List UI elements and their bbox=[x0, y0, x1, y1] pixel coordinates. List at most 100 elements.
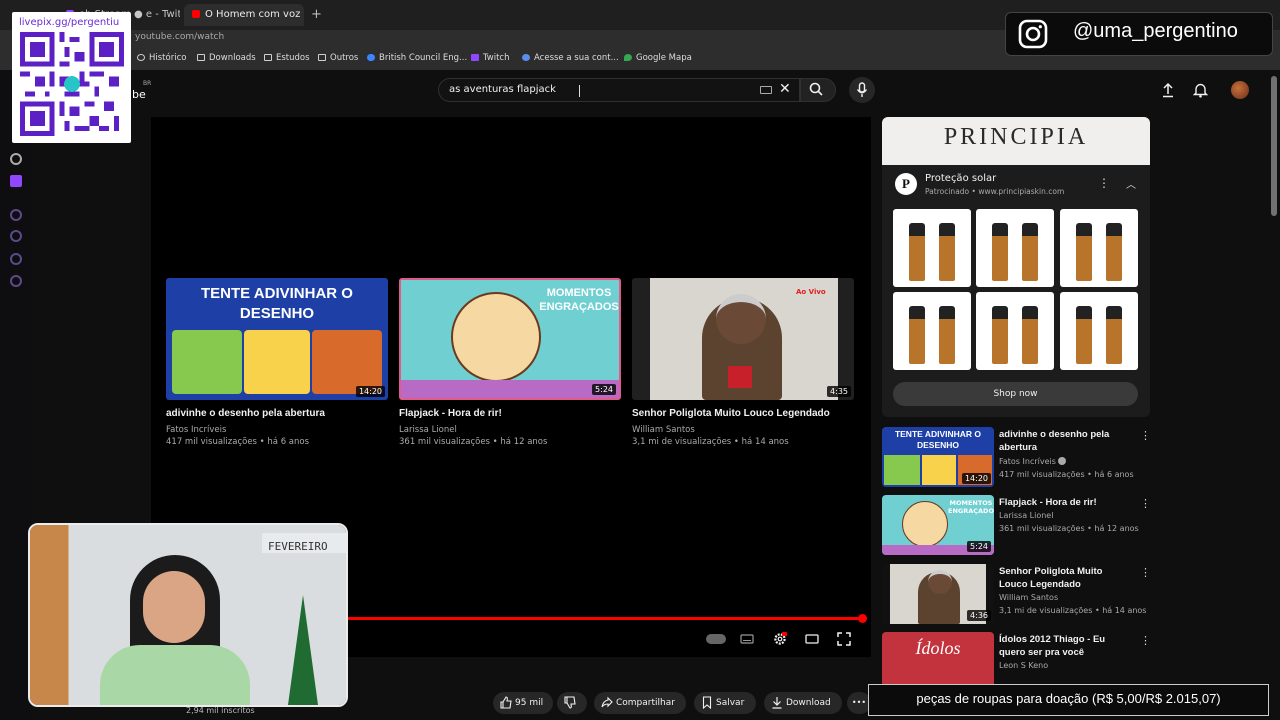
bookmark-historico[interactable]: Histórico bbox=[137, 53, 186, 63]
twitch-icon[interactable] bbox=[10, 175, 22, 187]
subtitles-icon[interactable] bbox=[740, 632, 754, 646]
serum-bottle bbox=[1076, 223, 1092, 281]
bookmark-acesse[interactable]: Acesse a sua cont... bbox=[522, 53, 619, 63]
end-screen-title[interactable]: Flapjack - Hora de rir! bbox=[399, 408, 502, 419]
like-count: 95 mil bbox=[515, 698, 544, 708]
bookmark-downloads[interactable]: Downloads bbox=[197, 53, 256, 63]
product-image[interactable] bbox=[1060, 292, 1138, 370]
shop-now-button[interactable]: Shop now bbox=[893, 382, 1138, 406]
product-image[interactable] bbox=[976, 292, 1054, 370]
thumbnail-text: TENTE ADIVINHAR O DESENHO bbox=[201, 285, 353, 322]
channel-name: Fatos Incríveis bbox=[999, 457, 1056, 466]
recommendation-title[interactable]: Ídolos 2012 Thiago - Eu quero ser pra vo… bbox=[999, 633, 1129, 659]
recommendation-thumbnail[interactable]: MOMENTOS ENGRAÇADOS 5:24 bbox=[882, 495, 994, 555]
progress-scrubber[interactable] bbox=[858, 614, 867, 623]
more-options-icon[interactable]: ⋮ bbox=[1140, 497, 1151, 510]
end-screen-title[interactable]: adivinhe o desenho pela abertura bbox=[166, 408, 325, 419]
more-options-icon[interactable]: ⋮ bbox=[1140, 566, 1151, 579]
circle-icon[interactable] bbox=[10, 209, 22, 221]
product-image[interactable] bbox=[893, 209, 971, 287]
share-button[interactable]: Compartilhar bbox=[594, 692, 686, 714]
thumbs-up-icon bbox=[500, 696, 512, 709]
live-label: Ao Vivo bbox=[796, 288, 826, 296]
like-button[interactable]: 95 mil bbox=[493, 692, 553, 714]
new-tab-button[interactable]: + bbox=[311, 7, 322, 22]
download-label: Download bbox=[786, 698, 831, 708]
end-screen-meta: 3,1 mi de visualizações • há 14 anos bbox=[632, 437, 789, 447]
recommendation-channel[interactable]: Larissa Lionel bbox=[999, 511, 1053, 520]
clear-search-icon[interactable]: ✕ bbox=[779, 81, 791, 97]
serum-bottle bbox=[909, 223, 925, 281]
ad-more-icon[interactable]: ⋮ bbox=[1098, 176, 1110, 190]
recommendation-title[interactable]: Flapjack - Hora de rir! bbox=[999, 496, 1129, 509]
bookmark-twitch[interactable]: Twitch bbox=[471, 53, 510, 63]
end-screen-channel[interactable]: William Santos bbox=[632, 425, 695, 435]
openai-icon[interactable] bbox=[10, 153, 22, 165]
autoplay-toggle[interactable] bbox=[706, 634, 726, 644]
end-screen-channel[interactable]: Fatos Incríveis bbox=[166, 425, 226, 435]
end-screen-thumbnail[interactable]: Ao Vivo 4:35 bbox=[632, 278, 854, 400]
serum-bottle bbox=[992, 306, 1008, 364]
share-icon bbox=[601, 696, 613, 708]
dislike-button[interactable] bbox=[557, 692, 587, 714]
serum-bottle bbox=[1106, 306, 1122, 364]
keyboard-icon[interactable] bbox=[760, 86, 772, 94]
bookmark-label: Outros bbox=[330, 53, 359, 63]
bookmark-google-mapa[interactable]: Google Mapa bbox=[624, 53, 692, 63]
end-screen-title[interactable]: Senhor Poliglota Muito Louco Legendado bbox=[632, 408, 830, 419]
upload-icon[interactable] bbox=[1161, 82, 1175, 98]
tab-youtube-label: O Homem com voz de gar bbox=[205, 9, 304, 20]
circle-icon[interactable] bbox=[10, 253, 22, 265]
theater-mode-icon[interactable] bbox=[805, 632, 819, 646]
bookmark-label: Google Mapa bbox=[636, 53, 692, 63]
download-button[interactable]: Download bbox=[764, 692, 842, 714]
more-options-icon[interactable]: ⋮ bbox=[1140, 634, 1151, 647]
recommendation-title[interactable]: Senhor Poliglota Muito Louco Legendado bbox=[999, 565, 1129, 591]
more-options-icon[interactable]: ⋮ bbox=[1140, 429, 1151, 442]
save-button[interactable]: Salvar bbox=[694, 692, 756, 714]
recommendation-channel[interactable]: William Santos bbox=[999, 593, 1058, 602]
bell-icon[interactable] bbox=[1193, 82, 1208, 98]
bookmark-estudos[interactable]: Estudos bbox=[264, 53, 310, 63]
bookmark-label: Twitch bbox=[483, 53, 510, 63]
recommendation-thumbnail[interactable]: 4:36 bbox=[882, 564, 994, 624]
avatar[interactable] bbox=[1231, 81, 1249, 99]
search-input[interactable]: as aventuras flapjack bbox=[449, 84, 556, 95]
british-council-icon bbox=[367, 54, 375, 61]
search-icon bbox=[809, 82, 823, 96]
scrollbar[interactable] bbox=[1271, 76, 1277, 216]
tab-youtube[interactable]: O Homem com voz de gar bbox=[184, 4, 304, 26]
settings-gear-icon[interactable] bbox=[773, 632, 787, 646]
product-image[interactable] bbox=[893, 292, 971, 370]
qr-code bbox=[20, 32, 124, 136]
gear-icon[interactable] bbox=[10, 275, 22, 287]
folder-icon bbox=[264, 54, 272, 61]
recommendation-channel[interactable]: Fatos Incríveis bbox=[999, 457, 1067, 466]
bookmark-outros[interactable]: Outros bbox=[318, 53, 358, 63]
recommendation-channel[interactable]: Leon S Keno bbox=[999, 661, 1048, 670]
recommendation-thumbnail[interactable]: Ídolos bbox=[882, 632, 994, 684]
chevron-up-icon[interactable]: ︿ bbox=[1126, 176, 1136, 191]
clock-icon[interactable] bbox=[10, 230, 22, 242]
instagram-icon bbox=[1018, 19, 1048, 49]
clock-icon bbox=[137, 54, 145, 61]
serum-bottle bbox=[992, 223, 1008, 281]
subscriber-count: 2,94 mil inscritos bbox=[186, 706, 255, 715]
fullscreen-icon[interactable] bbox=[837, 632, 851, 646]
bookmark-label: Acesse a sua cont... bbox=[534, 53, 619, 63]
youtube-logo[interactable]: be bbox=[132, 88, 146, 101]
product-image[interactable] bbox=[1060, 209, 1138, 287]
end-screen-thumbnail[interactable]: TENTE ADIVINHAR O DESENHO 14:20 bbox=[166, 278, 388, 400]
recommendation-title[interactable]: adivinhe o desenho pela abertura bbox=[999, 428, 1129, 454]
end-screen-thumbnail[interactable]: MOMENTOS ENGRAÇADOS 5:24 bbox=[399, 278, 621, 400]
product-image[interactable] bbox=[976, 209, 1054, 287]
url-text: youtube.com/watch bbox=[135, 32, 225, 42]
video-duration: 14:20 bbox=[355, 386, 385, 397]
recommendation-thumbnail[interactable]: TENTE ADIVINHAR O DESENHO 14:20 bbox=[882, 427, 994, 487]
bookmark-british-council[interactable]: British Council Eng... bbox=[367, 53, 467, 63]
ad-title[interactable]: Proteção solar bbox=[925, 173, 996, 184]
video-duration: 4:35 bbox=[827, 386, 851, 397]
end-screen-channel[interactable]: Larissa Lionel bbox=[399, 425, 457, 435]
instagram-handle: @uma_pergentino bbox=[1073, 20, 1238, 42]
calendar-label: FEVEREIRO bbox=[268, 540, 328, 553]
